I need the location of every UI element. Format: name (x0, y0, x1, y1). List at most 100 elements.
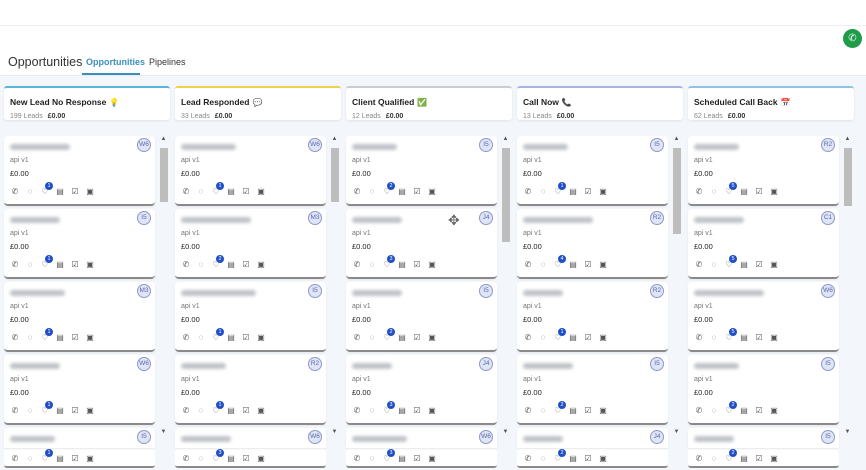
call-icon[interactable]: ✆ (523, 454, 533, 463)
call-icon[interactable]: ✆ (181, 187, 191, 196)
appointment-icon[interactable]: ▣ (598, 333, 608, 342)
scrollbar-thumb[interactable] (331, 148, 339, 202)
message-icon[interactable]: ◌ (538, 260, 548, 269)
document-icon[interactable]: ▤ (226, 406, 236, 415)
call-icon[interactable]: ✆ (10, 187, 20, 196)
document-icon[interactable]: ▤ (568, 406, 578, 415)
document-icon[interactable]: ▤ (55, 454, 65, 463)
tag-icon[interactable]: ♡ 5 (724, 182, 737, 196)
scroll-down-icon[interactable]: ▼ (843, 429, 852, 436)
opportunity-card[interactable]: R2 api v1 £0.00 ✆ ◌ ♡ 4 ▤ ☑ ▣ (517, 209, 668, 279)
appointment-icon[interactable]: ▣ (85, 333, 95, 342)
tag-icon[interactable]: ♡ 2 (382, 182, 395, 196)
appointment-icon[interactable]: ▣ (427, 187, 437, 196)
tag-icon[interactable]: ♡ 5 (724, 255, 737, 269)
call-icon[interactable]: ✆ (181, 260, 191, 269)
document-icon[interactable]: ▤ (739, 260, 749, 269)
message-icon[interactable]: ◌ (25, 454, 35, 463)
task-icon[interactable]: ☑ (583, 454, 593, 463)
task-icon[interactable]: ☑ (754, 406, 764, 415)
task-icon[interactable]: ☑ (241, 260, 251, 269)
opportunity-card[interactable]: R2 api v1 £0.00 ✆ ◌ ♡ 1 ▤ ☑ ▣ (517, 282, 668, 352)
scrollbar-thumb[interactable] (160, 148, 168, 202)
message-icon[interactable]: ◌ (25, 333, 35, 342)
document-icon[interactable]: ▤ (397, 406, 407, 415)
scroll-down-icon[interactable]: ▼ (501, 429, 510, 436)
call-icon[interactable]: ✆ (181, 406, 191, 415)
call-icon[interactable]: ✆ (10, 454, 20, 463)
document-icon[interactable]: ▤ (739, 454, 749, 463)
task-icon[interactable]: ☑ (583, 406, 593, 415)
message-icon[interactable]: ◌ (709, 333, 719, 342)
task-icon[interactable]: ☑ (412, 187, 422, 196)
tag-icon[interactable]: ♡ 1 (40, 182, 53, 196)
opportunity-card[interactable]: I5 api v1 £0.00 ✆ ◌ ♡ 2 ▤ ☑ ▣ (346, 282, 497, 352)
appointment-icon[interactable]: ▣ (769, 454, 779, 463)
document-icon[interactable]: ▤ (55, 187, 65, 196)
task-icon[interactable]: ☑ (70, 260, 80, 269)
message-icon[interactable]: ◌ (196, 454, 206, 463)
tag-icon[interactable]: ♡ 4 (553, 255, 566, 269)
appointment-icon[interactable]: ▣ (85, 260, 95, 269)
tag-icon[interactable]: ♡ 2 (553, 449, 566, 463)
scrollbar-thumb[interactable] (502, 148, 510, 242)
message-icon[interactable]: ◌ (709, 454, 719, 463)
scrollbar-thumb[interactable] (844, 148, 852, 206)
document-icon[interactable]: ▤ (397, 454, 407, 463)
message-icon[interactable]: ◌ (367, 187, 377, 196)
opportunity-card[interactable]: M3 api v1 £0.00 ✆ ◌ ♡ 2 ▤ ☑ ▣ (175, 209, 326, 279)
document-icon[interactable]: ▤ (568, 260, 578, 269)
card-list[interactable]: R2 api v1 £0.00 ✆ ◌ ♡ 5 ▤ ☑ ▣ C1 api v1 £… (688, 136, 839, 468)
document-icon[interactable]: ▤ (226, 454, 236, 463)
opportunity-card[interactable]: I5 api v1 £0.00 ✆ ◌ ♡ 1 ▤ ☑ ▣ (175, 282, 326, 352)
appointment-icon[interactable]: ▣ (598, 187, 608, 196)
appointment-icon[interactable]: ▣ (427, 454, 437, 463)
call-icon[interactable]: ✆ (10, 260, 20, 269)
tag-icon[interactable]: ♡ 2 (211, 255, 224, 269)
call-icon[interactable]: ✆ (181, 454, 191, 463)
call-icon[interactable]: ✆ (352, 333, 362, 342)
message-icon[interactable]: ◌ (25, 260, 35, 269)
document-icon[interactable]: ▤ (55, 406, 65, 415)
message-icon[interactable]: ◌ (367, 406, 377, 415)
call-icon[interactable]: ✆ (352, 454, 362, 463)
task-icon[interactable]: ☑ (241, 187, 251, 196)
call-icon[interactable]: ✆ (694, 187, 704, 196)
opportunity-card[interactable]: W6 (175, 428, 326, 448)
call-icon[interactable]: ✆ (352, 260, 362, 269)
opportunity-card[interactable]: W6 api v1 £0.00 ✆ ◌ ♡ 1 ▤ ☑ ▣ (175, 136, 326, 206)
opportunity-card[interactable]: I5 api v1 £0.00 ✆ ◌ ♡ 2 ▤ ☑ ▣ (346, 136, 497, 206)
call-icon[interactable]: ✆ (352, 187, 362, 196)
opportunity-card[interactable]: I5 api v1 £0.00 ✆ ◌ ♡ 1 ▤ ☑ ▣ (517, 136, 668, 206)
appointment-icon[interactable]: ▣ (256, 406, 266, 415)
task-icon[interactable]: ☑ (70, 454, 80, 463)
opportunity-card[interactable]: W6 (346, 428, 497, 448)
message-icon[interactable]: ◌ (538, 333, 548, 342)
tag-icon[interactable]: ♡ 1 (40, 255, 53, 269)
tag-icon[interactable]: ♡ 1 (40, 328, 53, 342)
call-icon[interactable]: ✆ (694, 406, 704, 415)
appointment-icon[interactable]: ▣ (427, 333, 437, 342)
tag-icon[interactable]: ♡ 2 (382, 328, 395, 342)
task-icon[interactable]: ☑ (412, 406, 422, 415)
opportunity-card[interactable]: J4 (517, 428, 668, 448)
opportunity-card[interactable]: I5 (688, 428, 839, 448)
opportunity-card[interactable]: W6 api v1 £0.00 ✆ ◌ ♡ 1 ▤ ☑ ▣ (4, 136, 155, 206)
scroll-up-icon[interactable]: ▲ (843, 136, 852, 143)
opportunity-card[interactable]: R2 api v1 £0.00 ✆ ◌ ♡ 5 ▤ ☑ ▣ (688, 136, 839, 206)
task-icon[interactable]: ☑ (241, 333, 251, 342)
document-icon[interactable]: ▤ (226, 187, 236, 196)
appointment-icon[interactable]: ▣ (598, 454, 608, 463)
task-icon[interactable]: ☑ (754, 260, 764, 269)
message-icon[interactable]: ◌ (709, 260, 719, 269)
appointment-icon[interactable]: ▣ (598, 260, 608, 269)
call-icon[interactable]: ✆ (181, 333, 191, 342)
scroll-up-icon[interactable]: ▲ (159, 136, 168, 143)
message-icon[interactable]: ◌ (709, 406, 719, 415)
document-icon[interactable]: ▤ (397, 260, 407, 269)
scroll-up-icon[interactable]: ▲ (330, 136, 339, 143)
tag-icon[interactable]: ♡ 1 (40, 401, 53, 415)
message-icon[interactable]: ◌ (25, 406, 35, 415)
card-list[interactable]: W6 api v1 £0.00 ✆ ◌ ♡ 1 ▤ ☑ ▣ M3 api v1 £… (175, 136, 326, 468)
document-icon[interactable]: ▤ (55, 260, 65, 269)
